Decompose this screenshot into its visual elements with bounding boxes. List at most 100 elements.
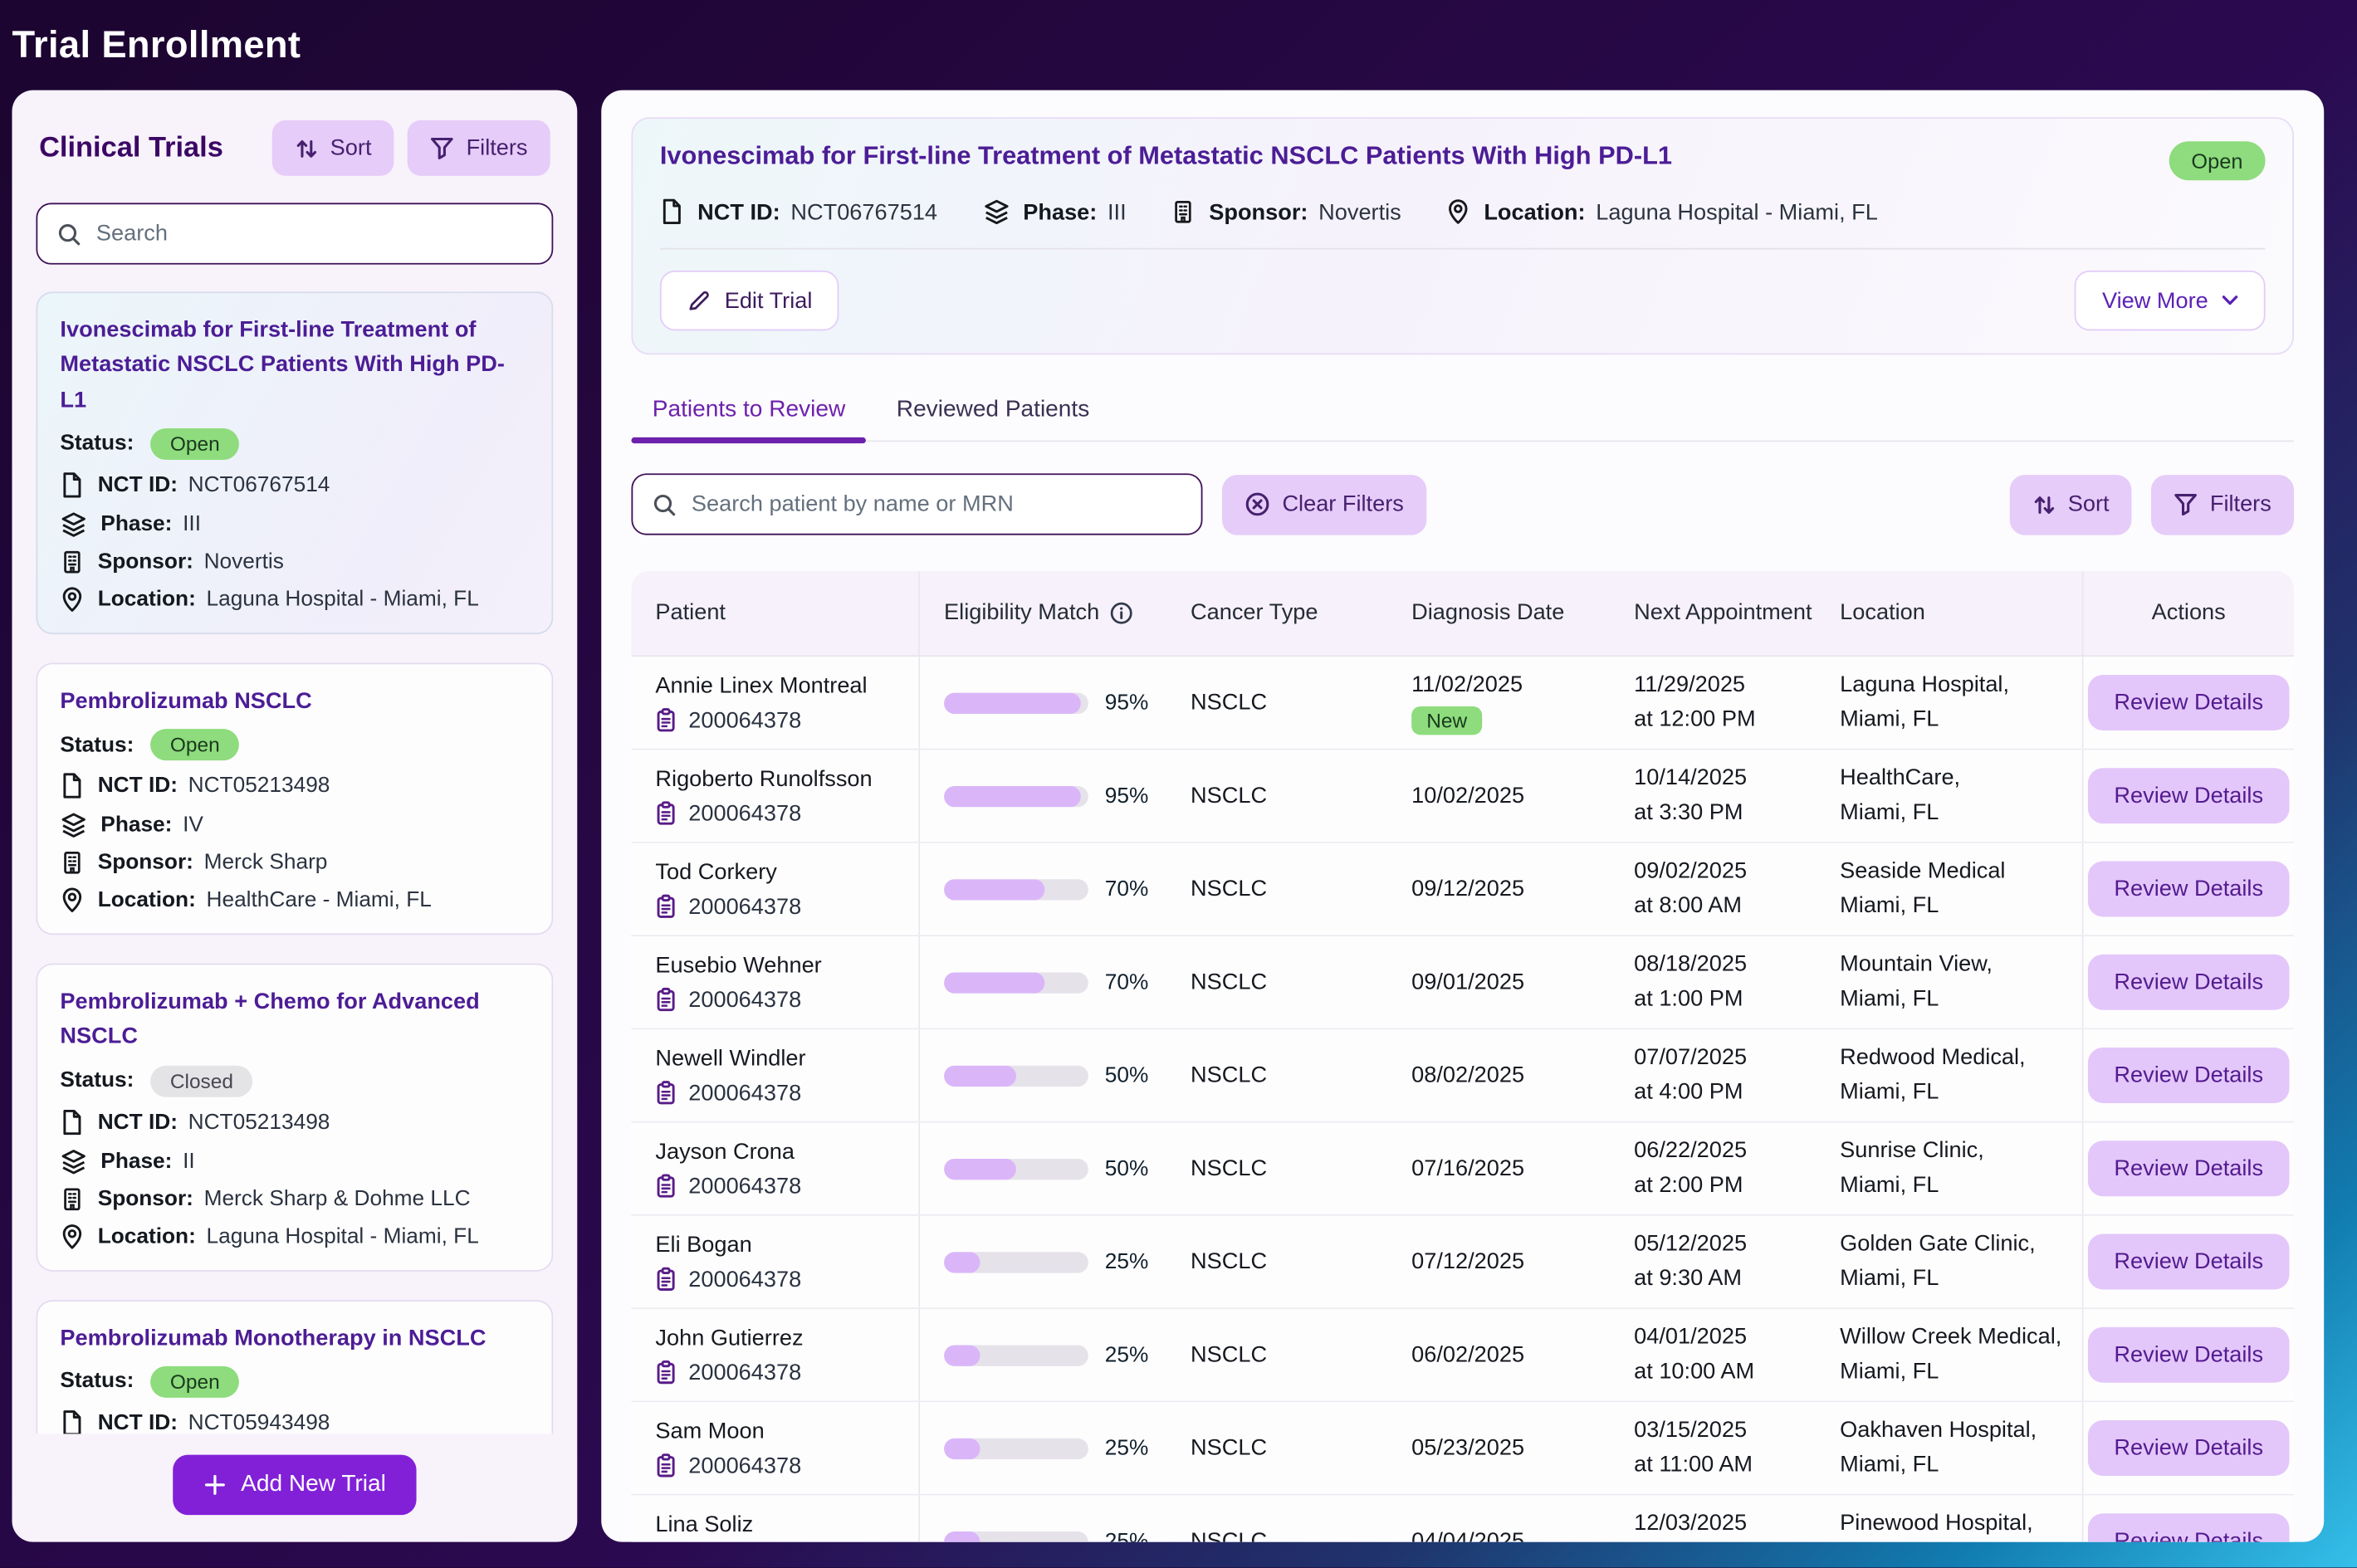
trial-card-pembro-chemo[interactable]: Pembrolizumab + Chemo for Advanced NSCLC… <box>36 964 553 1271</box>
col-diagnosis-date: Diagnosis Date <box>1387 598 1610 628</box>
cancer-type: NSCLC <box>1166 690 1387 716</box>
patient-search <box>631 473 1202 535</box>
review-details-button[interactable]: Review Details <box>2089 1327 2289 1383</box>
eligibility-bar <box>944 878 1088 899</box>
review-details-button[interactable]: Review Details <box>2089 1141 2289 1196</box>
building-icon <box>1171 200 1196 224</box>
review-details-button[interactable]: Review Details <box>2089 1048 2289 1103</box>
eligibility-bar <box>944 785 1088 806</box>
patients-sort-button[interactable]: Sort <box>2009 474 2132 534</box>
eligibility-percent: 25% <box>1105 1343 1149 1367</box>
col-next-appointment: Next Appointment <box>1610 598 1816 628</box>
trial-card-title: Pembrolizumab NSCLC <box>60 683 529 718</box>
table-row: Lina Soliz 200064378 25% NSCLC 04/04/202… <box>631 1496 2294 1542</box>
sidebar-filters-button[interactable]: Filters <box>408 120 550 176</box>
map-pin-icon <box>1446 198 1470 226</box>
layers-icon <box>60 812 87 839</box>
layers-icon <box>982 198 1010 226</box>
next-appointment: 05/12/2025at 9:30 AM <box>1610 1228 1816 1295</box>
diagnosis-date: 11/02/2025New <box>1387 671 1610 734</box>
trial-card-title: Ivonescimab for First-line Treatment of … <box>60 313 529 418</box>
trial-card-pembrolizumab-nsclc[interactable]: Pembrolizumab NSCLC Status: Open NCT ID:… <box>36 662 553 935</box>
next-appointment: 06/22/2025at 2:00 PM <box>1610 1135 1816 1202</box>
clipboard-icon <box>655 1267 676 1291</box>
table-body: Annie Linex Montreal 200064378 95% NSCLC… <box>631 657 2294 1541</box>
eligibility-bar <box>944 1158 1088 1179</box>
patient-name: Sam Moon <box>655 1418 918 1443</box>
status-badge: Closed <box>150 1065 252 1097</box>
review-details-button[interactable]: Review Details <box>2089 768 2289 823</box>
info-icon[interactable] <box>1110 601 1134 625</box>
file-icon <box>660 198 684 226</box>
patient-name: Tod Corkery <box>655 859 918 885</box>
building-icon <box>60 550 84 574</box>
sort-icon <box>294 138 318 159</box>
next-appointment: 07/07/2025at 4:00 PM <box>1610 1042 1816 1109</box>
file-icon <box>60 1108 84 1136</box>
clinical-trials-panel: Clinical Trials Sort Filters Ivonescimab… <box>12 90 577 1542</box>
tab-patients-to-review[interactable]: Patients to Review <box>631 388 866 440</box>
trial-card-ivonescimab[interactable]: Ivonescimab for First-line Treatment of … <box>36 291 553 633</box>
sidebar-sort-button[interactable]: Sort <box>271 120 394 176</box>
top-bar: Trial Enrollment <box>0 0 2357 90</box>
table-row: Eli Bogan 200064378 25% NSCLC 07/12/2025… <box>631 1216 2294 1309</box>
map-pin-icon <box>60 887 84 914</box>
review-details-button[interactable]: Review Details <box>2089 1513 2289 1541</box>
x-circle-icon <box>1245 491 1270 517</box>
review-details-button[interactable]: Review Details <box>2089 1234 2289 1290</box>
review-details-button[interactable]: Review Details <box>2089 675 2289 730</box>
eligibility-bar <box>944 1065 1088 1086</box>
trial-search-input[interactable] <box>96 221 532 247</box>
map-pin-icon <box>60 586 84 613</box>
view-more-button[interactable]: View More <box>2075 271 2265 330</box>
review-details-button[interactable]: Review Details <box>2089 1420 2289 1476</box>
table-row: Rigoberto Runolfsson 200064378 95% NSCLC… <box>631 750 2294 843</box>
eligibility-percent: 25% <box>1105 1250 1149 1274</box>
building-icon <box>60 851 84 875</box>
clipboard-icon <box>655 1453 676 1478</box>
trial-enrollment-app: Trial Enrollment Clinical Trials Sort Fi… <box>0 0 2357 1567</box>
eligibility-percent: 70% <box>1105 877 1149 901</box>
clear-filters-button[interactable]: Clear Filters <box>1222 474 1426 534</box>
plus-icon <box>203 1473 227 1497</box>
patient-search-input[interactable] <box>692 491 1181 517</box>
review-details-button[interactable]: Review Details <box>2089 955 2289 1010</box>
diagnosis-date: 04/04/2025 <box>1387 1528 1610 1541</box>
eligibility-percent: 25% <box>1105 1529 1149 1541</box>
eligibility-percent: 50% <box>1105 1156 1149 1180</box>
table-header-row: Patient Eligibility Match Cancer Type Di… <box>631 571 2294 657</box>
clipboard-icon <box>655 708 676 732</box>
trial-search <box>36 203 553 264</box>
diagnosis-date: 09/01/2025 <box>1387 970 1610 995</box>
divider <box>660 248 2266 250</box>
main-panel: Ivonescimab for First-line Treatment of … <box>601 90 2324 1542</box>
tab-reviewed-patients[interactable]: Reviewed Patients <box>875 388 1110 440</box>
add-new-trial-button[interactable]: Add New Trial <box>174 1455 416 1515</box>
location: Golden Gate Clinic,Miami, FL <box>1816 1228 2081 1295</box>
cancer-type: NSCLC <box>1166 1155 1387 1181</box>
table-row: Newell Windler 200064378 50% NSCLC 08/02… <box>631 1029 2294 1122</box>
patient-name: Eusebio Wehner <box>655 952 918 978</box>
review-details-button[interactable]: Review Details <box>2089 861 2289 916</box>
patient-name: Newell Windler <box>655 1045 918 1071</box>
trial-card-list: Ivonescimab for First-line Treatment of … <box>36 291 553 1434</box>
patients-filters-button[interactable]: Filters <box>2151 474 2294 534</box>
trial-card-pembro-monotherapy[interactable]: Pembrolizumab Monotherapy in NSCLC Statu… <box>36 1299 553 1434</box>
location: Sunrise Clinic,Miami, FL <box>1816 1135 2081 1202</box>
patient-mrn: 200064378 <box>688 1266 801 1292</box>
trial-card-title: Pembrolizumab + Chemo for Advanced NSCLC <box>60 984 529 1054</box>
search-icon <box>57 222 81 246</box>
next-appointment: 08/18/2025at 1:00 PM <box>1610 948 1816 1015</box>
cancer-type: NSCLC <box>1166 1435 1387 1461</box>
clipboard-icon <box>655 1081 676 1105</box>
table-row: Tod Corkery 200064378 70% NSCLC 09/12/20… <box>631 843 2294 936</box>
map-pin-icon <box>60 1223 84 1250</box>
cancer-type: NSCLC <box>1166 970 1387 995</box>
cancer-type: NSCLC <box>1166 1342 1387 1368</box>
location: Oakhaven Hospital,Miami, FL <box>1816 1414 2081 1482</box>
table-row: Annie Linex Montreal 200064378 95% NSCLC… <box>631 657 2294 750</box>
file-icon <box>60 1409 84 1434</box>
edit-trial-button[interactable]: Edit Trial <box>660 271 839 330</box>
eligibility-percent: 95% <box>1105 691 1149 715</box>
next-appointment: 12/03/2025at 2:00 PM <box>1610 1507 1816 1542</box>
